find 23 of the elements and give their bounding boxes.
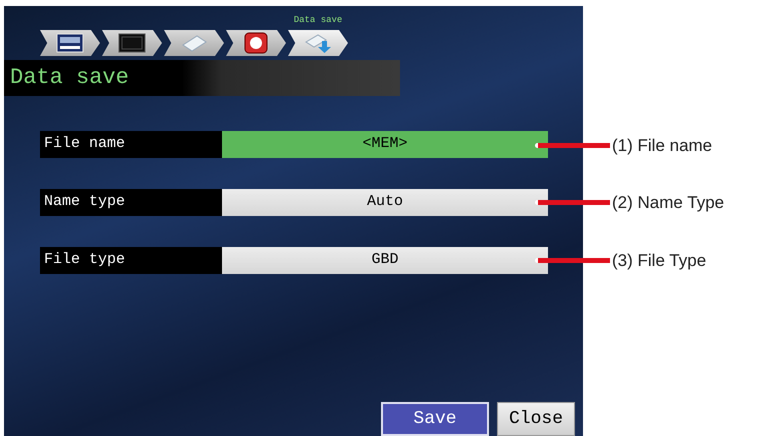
dialog-button[interactable]: Save [381,402,489,436]
callout-label: (1) File name [612,135,712,157]
dialog-button[interactable]: Close [497,402,575,436]
setting-label: File type [40,247,222,274]
step-button[interactable] [40,30,100,56]
setting-field[interactable]: Auto [222,189,548,216]
screen-title: Data save [9,67,129,89]
setting-label: File name [40,131,222,158]
step-button[interactable] [164,30,224,56]
callout-label: (2) Name Type [612,192,724,214]
paper-icon [180,33,208,53]
step-button[interactable] [288,30,348,56]
save-icon [304,32,332,54]
monitor-icon [118,33,146,53]
step-button[interactable] [226,30,286,56]
setting-label: Name type [40,189,222,216]
setting-field[interactable]: <MEM> [222,131,548,158]
callout-label: (3) File Type [612,250,706,272]
setting-field[interactable]: GBD [222,247,548,274]
record-icon [244,32,268,54]
step-button[interactable] [102,30,162,56]
recorder-icon [56,33,84,53]
step-caption: Data save [294,16,342,25]
